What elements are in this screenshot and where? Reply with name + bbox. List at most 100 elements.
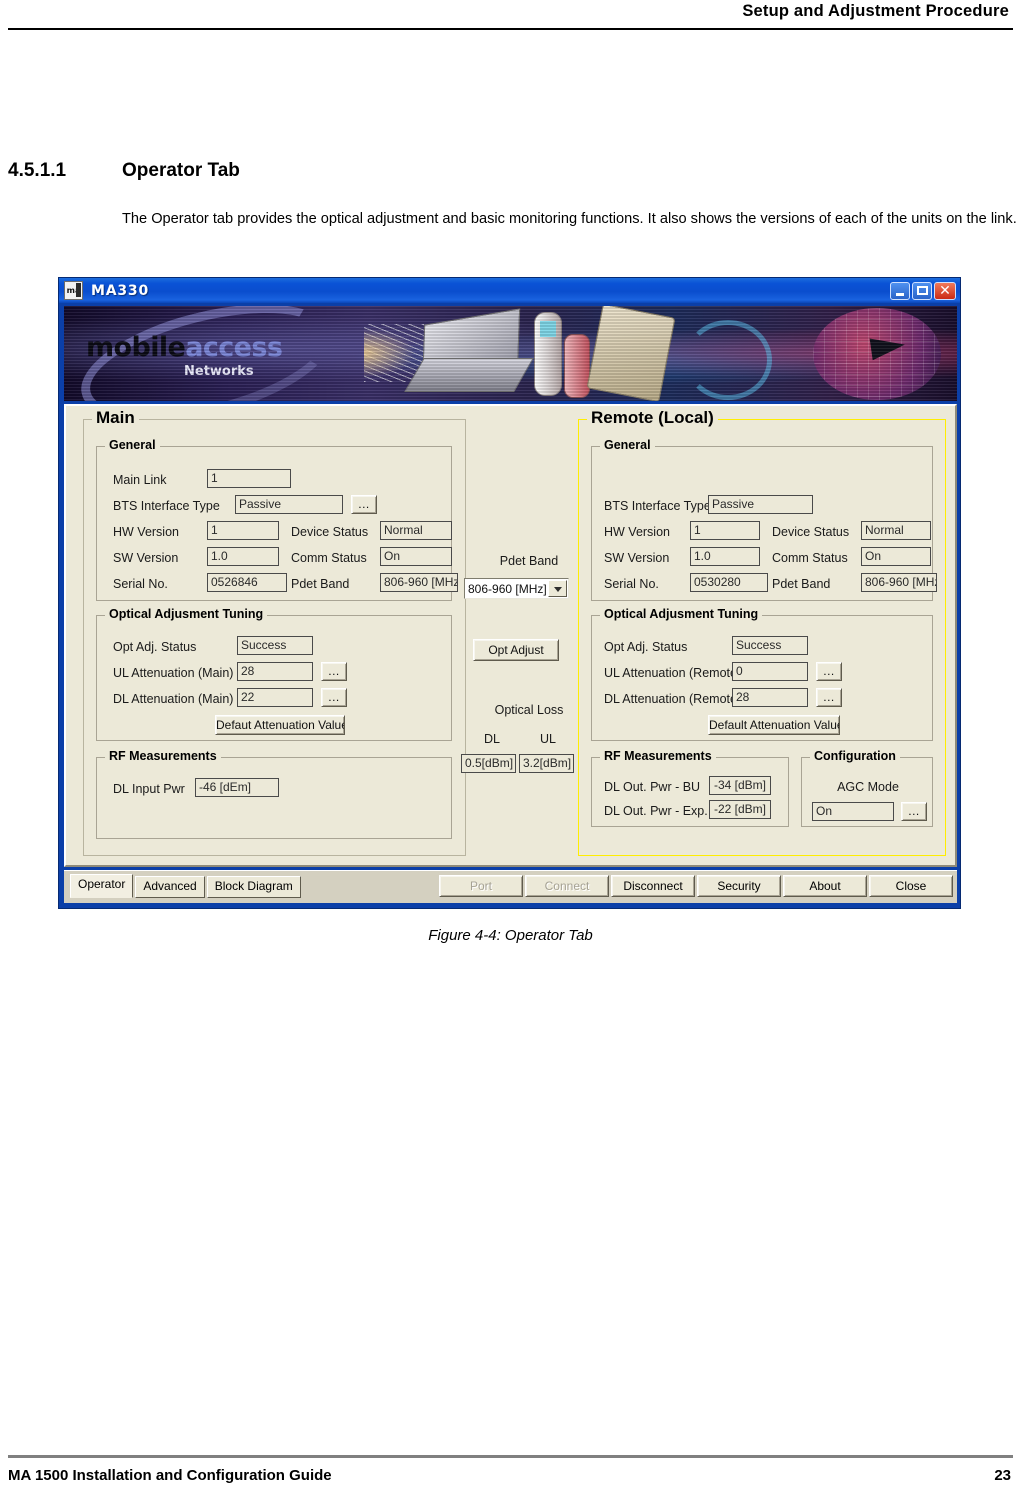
maximize-button[interactable]: [912, 281, 932, 300]
main-pdet-field: 806-960 [MHz]: [380, 573, 458, 592]
remote-dl-atten-browse-button[interactable]: ...: [816, 688, 842, 707]
main-general-group: General Main Link 1 BTS Interface Type P…: [96, 438, 458, 601]
main-bts-browse-button[interactable]: ...: [351, 495, 377, 514]
action-button-row: Port Connect Disconnect Security About C…: [439, 875, 953, 897]
remote-device-status-label: Device Status: [772, 525, 850, 539]
optical-loss-ul-label: UL: [540, 732, 556, 746]
main-dl-atten-browse-button[interactable]: ...: [321, 688, 347, 707]
main-comm-status-label: Comm Status: [291, 551, 367, 565]
tab-block-diagram[interactable]: Block Diagram: [206, 876, 301, 898]
main-dl-input-field: -46 [dEm]: [195, 778, 279, 797]
remote-serial-field: 0530280: [690, 573, 768, 592]
operator-tab-pane: Main General Main Link 1 BTS Interface T…: [64, 404, 957, 867]
header-rule: [8, 28, 1013, 30]
main-general-title: General: [105, 438, 160, 452]
close-button[interactable]: ✕: [934, 281, 956, 300]
remote-rf-group: RF Measurements DL Out. Pwr - BU -34 [dB…: [591, 749, 789, 827]
main-sw-field[interactable]: 1.0: [207, 547, 279, 566]
remote-ul-atten-field[interactable]: 0: [732, 662, 808, 681]
remote-general-group: General BTS Interface Type Passive HW Ve…: [591, 438, 937, 601]
main-rf-group: RF Measurements DL Input Pwr -46 [dEm]: [96, 749, 452, 839]
remote-optical-title: Optical Adjusment Tuning: [600, 607, 763, 621]
main-comm-status-field: On: [380, 547, 452, 566]
chevron-down-icon[interactable]: [548, 580, 567, 597]
remote-sw-label: SW Version: [604, 551, 670, 565]
main-ul-atten-field[interactable]: 28: [237, 662, 313, 681]
disconnect-button[interactable]: Disconnect: [611, 875, 695, 897]
main-link-field[interactable]: 1: [207, 469, 291, 488]
security-button[interactable]: Security: [697, 875, 781, 897]
pdet-band-combobox[interactable]: 806-960 [MHz]: [464, 578, 569, 599]
main-opt-status-field: Success: [237, 636, 313, 655]
remote-dl-atten-field[interactable]: 28: [732, 688, 808, 707]
main-ul-atten-browse-button[interactable]: ...: [321, 662, 347, 681]
main-pdet-label: Pdet Band: [291, 577, 350, 591]
remote-opt-status-label: Opt Adj. Status: [604, 640, 688, 654]
remote-group: Remote (Local) General BTS Interface Typ…: [578, 408, 946, 856]
remote-hw-field: 1: [690, 521, 760, 540]
remote-ul-atten-label: UL Attenuation (Remote): [604, 666, 742, 680]
main-hw-label: HW Version: [113, 525, 179, 539]
page-header: Setup and Adjustment Procedure: [0, 0, 1021, 34]
main-device-status-field: Normal: [380, 521, 452, 540]
brand-banner: mobileaccess Networks: [64, 306, 957, 401]
agc-mode-browse-button[interactable]: ...: [901, 802, 927, 821]
tab-strip: Operator Advanced Block Diagram: [70, 874, 301, 898]
close-app-button[interactable]: Close: [869, 875, 953, 897]
main-dl-atten-label: DL Attenuation (Main): [113, 692, 234, 706]
page-title: Operator Tab: [122, 160, 240, 181]
remote-opt-status-field: Success: [732, 636, 808, 655]
page-footer: MA 1500 Installation and Configuration G…: [0, 1437, 1021, 1497]
remote-default-attenuation-button[interactable]: Default Attenuation Values: [708, 715, 840, 735]
main-dl-input-label: DL Input Pwr: [113, 782, 185, 796]
window-controls: ✕: [890, 281, 956, 300]
agc-mode-field: On: [812, 802, 894, 821]
about-button[interactable]: About: [783, 875, 867, 897]
main-device-status-label: Device Status: [291, 525, 369, 539]
remote-rf-title: RF Measurements: [600, 749, 716, 763]
opt-adjust-button[interactable]: Opt Adjust: [473, 639, 559, 661]
connect-button[interactable]: Connect: [525, 875, 609, 897]
main-default-attenuation-button[interactable]: Defaut Attenuation Values: [215, 715, 345, 735]
footer-page-number: 23: [994, 1467, 1011, 1484]
tab-operator[interactable]: Operator: [70, 874, 134, 898]
main-bts-field[interactable]: Passive: [235, 495, 343, 514]
remote-dl-atten-label: DL Attenuation (Remote): [604, 692, 742, 706]
optical-loss-label: Optical Loss: [494, 703, 564, 717]
remote-configuration-group: Configuration AGC Mode On ...: [801, 749, 933, 827]
main-ul-atten-label: UL Attenuation (Main): [113, 666, 234, 680]
footer-rule: [8, 1455, 1013, 1458]
section-number: 4.5.1.1: [8, 160, 67, 181]
remote-device-status-field: Normal: [861, 521, 931, 540]
window-titlebar: ma MA330 ✕: [59, 278, 960, 303]
optical-loss-ul-field: 3.2[dBm]: [519, 754, 574, 773]
remote-exp-label: DL Out. Pwr - Exp.: [604, 804, 708, 818]
minimize-button[interactable]: [890, 281, 910, 300]
optical-loss-dl-field: 0.5[dBm]: [461, 754, 516, 773]
remote-sw-field: 1.0: [690, 547, 760, 566]
main-bts-label: BTS Interface Type: [113, 499, 220, 513]
main-group: Main General Main Link 1 BTS Interface T…: [83, 408, 466, 856]
bottom-bar: Operator Advanced Block Diagram Port Con…: [64, 870, 957, 903]
main-hw-field[interactable]: 1: [207, 521, 279, 540]
remote-configuration-title: Configuration: [810, 749, 900, 763]
port-button[interactable]: Port: [439, 875, 523, 897]
remote-comm-status-label: Comm Status: [772, 551, 848, 565]
main-serial-label: Serial No.: [113, 577, 168, 591]
app-icon: ma: [64, 281, 83, 300]
main-link-label: Main Link: [113, 473, 167, 487]
banner-scanlines: [64, 306, 957, 401]
page-header-title: Setup and Adjustment Procedure: [742, 2, 1009, 20]
center-pdet-band-label: Pdet Band: [499, 554, 559, 568]
tab-advanced[interactable]: Advanced: [135, 876, 205, 898]
footer-guide-title: MA 1500 Installation and Configuration G…: [8, 1467, 332, 1484]
application-window: ma MA330 ✕ mobileaccess Networks Main: [58, 277, 961, 909]
main-dl-atten-field[interactable]: 22: [237, 688, 313, 707]
agc-mode-label: AGC Mode: [837, 780, 899, 794]
remote-bu-field: -34 [dBm]: [709, 776, 771, 795]
remote-bts-field: Passive: [708, 495, 813, 514]
main-serial-field[interactable]: 0526846: [207, 573, 287, 592]
remote-serial-label: Serial No.: [604, 577, 659, 591]
figure-caption: Figure 4-4: Operator Tab: [428, 927, 593, 944]
remote-ul-atten-browse-button[interactable]: ...: [816, 662, 842, 681]
